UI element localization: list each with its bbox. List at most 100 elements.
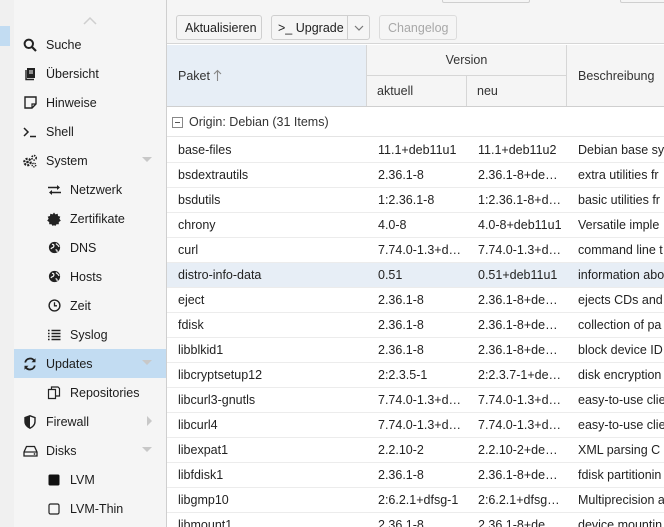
column-header-package[interactable]: Paket — [167, 45, 367, 106]
column-header-new[interactable]: neu — [467, 76, 567, 106]
new-version-cell: 2:2.3.7-1+deb11u1 — [478, 368, 562, 382]
package-name-cell: libgmp10 — [178, 493, 229, 507]
package-name-cell: libmount1 — [178, 518, 233, 527]
current-version-cell: 7.74.0-1.3+deb11u1 — [378, 243, 462, 257]
sidebar-item-label: Suche — [46, 37, 82, 52]
description-cell: easy-to-use clie — [578, 393, 664, 407]
current-version-cell: 2:6.2.1+dfsg-1 — [378, 493, 459, 507]
current-version-cell: 2.36.1-8 — [378, 168, 424, 182]
sidebar-item-syslog[interactable]: Syslog — [14, 320, 166, 349]
upgrade-menu-toggle[interactable] — [347, 16, 369, 39]
chevron-down-icon — [354, 25, 363, 31]
table-row[interactable]: bsdutils 1:2.36.1-8 1:2.36.1-8+deb11u1 basi… — [167, 188, 664, 213]
package-rows: base-files 11.1+deb11u1 11.1+deb11u2 Debian… — [167, 138, 664, 527]
copy-icon — [46, 385, 62, 401]
package-name-cell: libfdisk1 — [178, 468, 224, 482]
package-name-cell: base-files — [178, 143, 232, 157]
sidebar-item-übersicht[interactable]: Übersicht — [14, 59, 166, 88]
sidebar-item-lvm-thin[interactable]: LVM-Thin — [14, 494, 166, 523]
sidebar-item-zeit[interactable]: Zeit — [14, 291, 166, 320]
globe-icon — [46, 269, 62, 285]
description-cell: command line t — [578, 243, 663, 257]
sidebar-item-label: Updates — [46, 356, 93, 371]
current-version-cell: 2.36.1-8 — [378, 518, 424, 527]
table-row[interactable]: curl 7.74.0-1.3+deb11u1 7.74.0-1.3+deb11u2… — [167, 238, 664, 263]
current-version-cell: 2:2.3.5-1 — [378, 368, 428, 382]
table-row[interactable]: fdisk 2.36.1-8 2.36.1-8+deb11u1 collection … — [167, 313, 664, 338]
search-icon — [22, 37, 38, 53]
package-name-cell: bsdextrautils — [178, 168, 249, 182]
sidebar-item-system[interactable]: System — [14, 146, 166, 175]
description-cell: device mountin — [578, 518, 663, 527]
grid-header: Paket Version aktuell neu Beschreibung — [167, 45, 664, 107]
refresh-button[interactable]: Aktualisieren — [176, 15, 262, 40]
new-version-cell: 2.36.1-8+deb11u1 — [478, 293, 562, 307]
sidebar-item-label: DNS — [70, 240, 97, 255]
sidebar-item-dns[interactable]: DNS — [14, 233, 166, 262]
upgrade-button-label: >_ Upgrade — [278, 20, 344, 35]
chevron-down-icon[interactable] — [142, 360, 152, 365]
description-cell: fdisk partitionin — [578, 468, 662, 482]
description-cell: ejects CDs and — [578, 293, 663, 307]
sidebar-item-label: Disks — [46, 443, 77, 458]
package-name-cell: eject — [178, 293, 205, 307]
sidebar-item-zertifikate[interactable]: Zertifikate — [14, 204, 166, 233]
exchange-icon — [46, 182, 62, 198]
sidebar-item-label: System — [46, 153, 88, 168]
table-row[interactable]: libexpat1 2.2.10-2 2.2.10-2+deb11u1 XML par… — [167, 438, 664, 463]
column-header-version: Version — [367, 45, 567, 76]
sidebar-item-label: Firewall — [46, 414, 90, 429]
current-version-cell: 4.0-8 — [378, 218, 407, 232]
table-row[interactable]: libfdisk1 2.36.1-8 2.36.1-8+deb11u1 fdisk p… — [167, 463, 664, 488]
sort-ascending-icon — [213, 69, 222, 81]
chevron-down-icon[interactable] — [142, 157, 152, 162]
column-header-current[interactable]: aktuell — [367, 76, 467, 106]
sidebar-item-repositories[interactable]: Repositories — [14, 378, 166, 407]
column-header-description[interactable]: Beschreibung — [567, 45, 664, 106]
sidebar-item-label: Zeit — [70, 298, 91, 313]
top-button-partial[interactable] — [442, 0, 530, 3]
table-row[interactable]: distro-info-data 0.51 0.51+deb11u1 informat… — [167, 263, 664, 288]
sidebar-item-suche[interactable]: Suche — [14, 30, 166, 59]
table-row[interactable]: libcurl3-gnutls 7.74.0-1.3+deb11u1 7.74.0-… — [167, 388, 664, 413]
sidebar-item-label: Shell — [46, 124, 74, 139]
book-icon — [22, 66, 38, 82]
package-name-cell: curl — [178, 243, 199, 257]
sidebar-item-netzwerk[interactable]: Netzwerk — [14, 175, 166, 204]
description-cell: XML parsing C — [578, 443, 661, 457]
top-button-partial[interactable] — [620, 0, 664, 3]
chevron-right-icon[interactable] — [147, 416, 152, 426]
new-version-cell: 2:6.2.1+dfsg-1+deb11u1 — [478, 493, 562, 507]
new-version-cell: 2.36.1-8+deb11u1 — [478, 468, 562, 482]
new-version-cell: 0.51+deb11u1 — [478, 268, 558, 282]
chevron-down-icon[interactable] — [142, 447, 152, 452]
table-row[interactable]: libmount1 2.36.1-8 2.36.1-8+deb11u1 device … — [167, 513, 664, 527]
sidebar-item-lvm[interactable]: LVM — [14, 465, 166, 494]
scroll-up-icon[interactable] — [83, 14, 97, 28]
table-row[interactable]: chrony 4.0-8 4.0-8+deb11u1 Versatile imple — [167, 213, 664, 238]
collapse-icon[interactable] — [172, 116, 183, 128]
sidebar-item-hinweise[interactable]: Hinweise — [14, 88, 166, 117]
table-row[interactable]: libgmp10 2:6.2.1+dfsg-1 2:6.2.1+dfsg-1+deb… — [167, 488, 664, 513]
sidebar: Suche Übersicht Hinweise Shell System Netzwer… — [0, 0, 167, 527]
sidebar-item-updates[interactable]: Updates — [14, 349, 166, 378]
current-version-cell: 2.2.10-2 — [378, 443, 424, 457]
sidebar-item-hosts[interactable]: Hosts — [14, 262, 166, 291]
table-row[interactable]: libblkid1 2.36.1-8 2.36.1-8+deb11u1 block d… — [167, 338, 664, 363]
main-panel: Aktualisieren >_ Upgrade Changelog Paket… — [167, 0, 664, 527]
package-name-cell: libblkid1 — [178, 343, 224, 357]
table-row[interactable]: libcurl4 7.74.0-1.3+deb11u1 7.74.0-1.3+deb… — [167, 413, 664, 438]
sidebar-item-firewall[interactable]: Firewall — [14, 407, 166, 436]
table-row[interactable]: bsdextrautils 2.36.1-8 2.36.1-8+deb11u1 ext… — [167, 163, 664, 188]
description-cell: Multiprecision a — [578, 493, 664, 507]
group-header-debian[interactable]: Origin: Debian (31 Items) — [167, 108, 664, 137]
upgrade-button[interactable]: >_ Upgrade — [271, 15, 370, 40]
sidebar-left-selection — [0, 26, 10, 46]
sidebar-item-shell[interactable]: Shell — [14, 117, 166, 146]
table-row[interactable]: base-files 11.1+deb11u1 11.1+deb11u2 Debian… — [167, 138, 664, 163]
description-cell: Debian base sy — [578, 143, 664, 157]
table-row[interactable]: libcryptsetup12 2:2.3.5-1 2:2.3.7-1+deb11u… — [167, 363, 664, 388]
table-row[interactable]: eject 2.36.1-8 2.36.1-8+deb11u1 ejects CDs … — [167, 288, 664, 313]
changelog-button[interactable]: Changelog — [379, 15, 457, 40]
sidebar-item-disks[interactable]: Disks — [14, 436, 166, 465]
